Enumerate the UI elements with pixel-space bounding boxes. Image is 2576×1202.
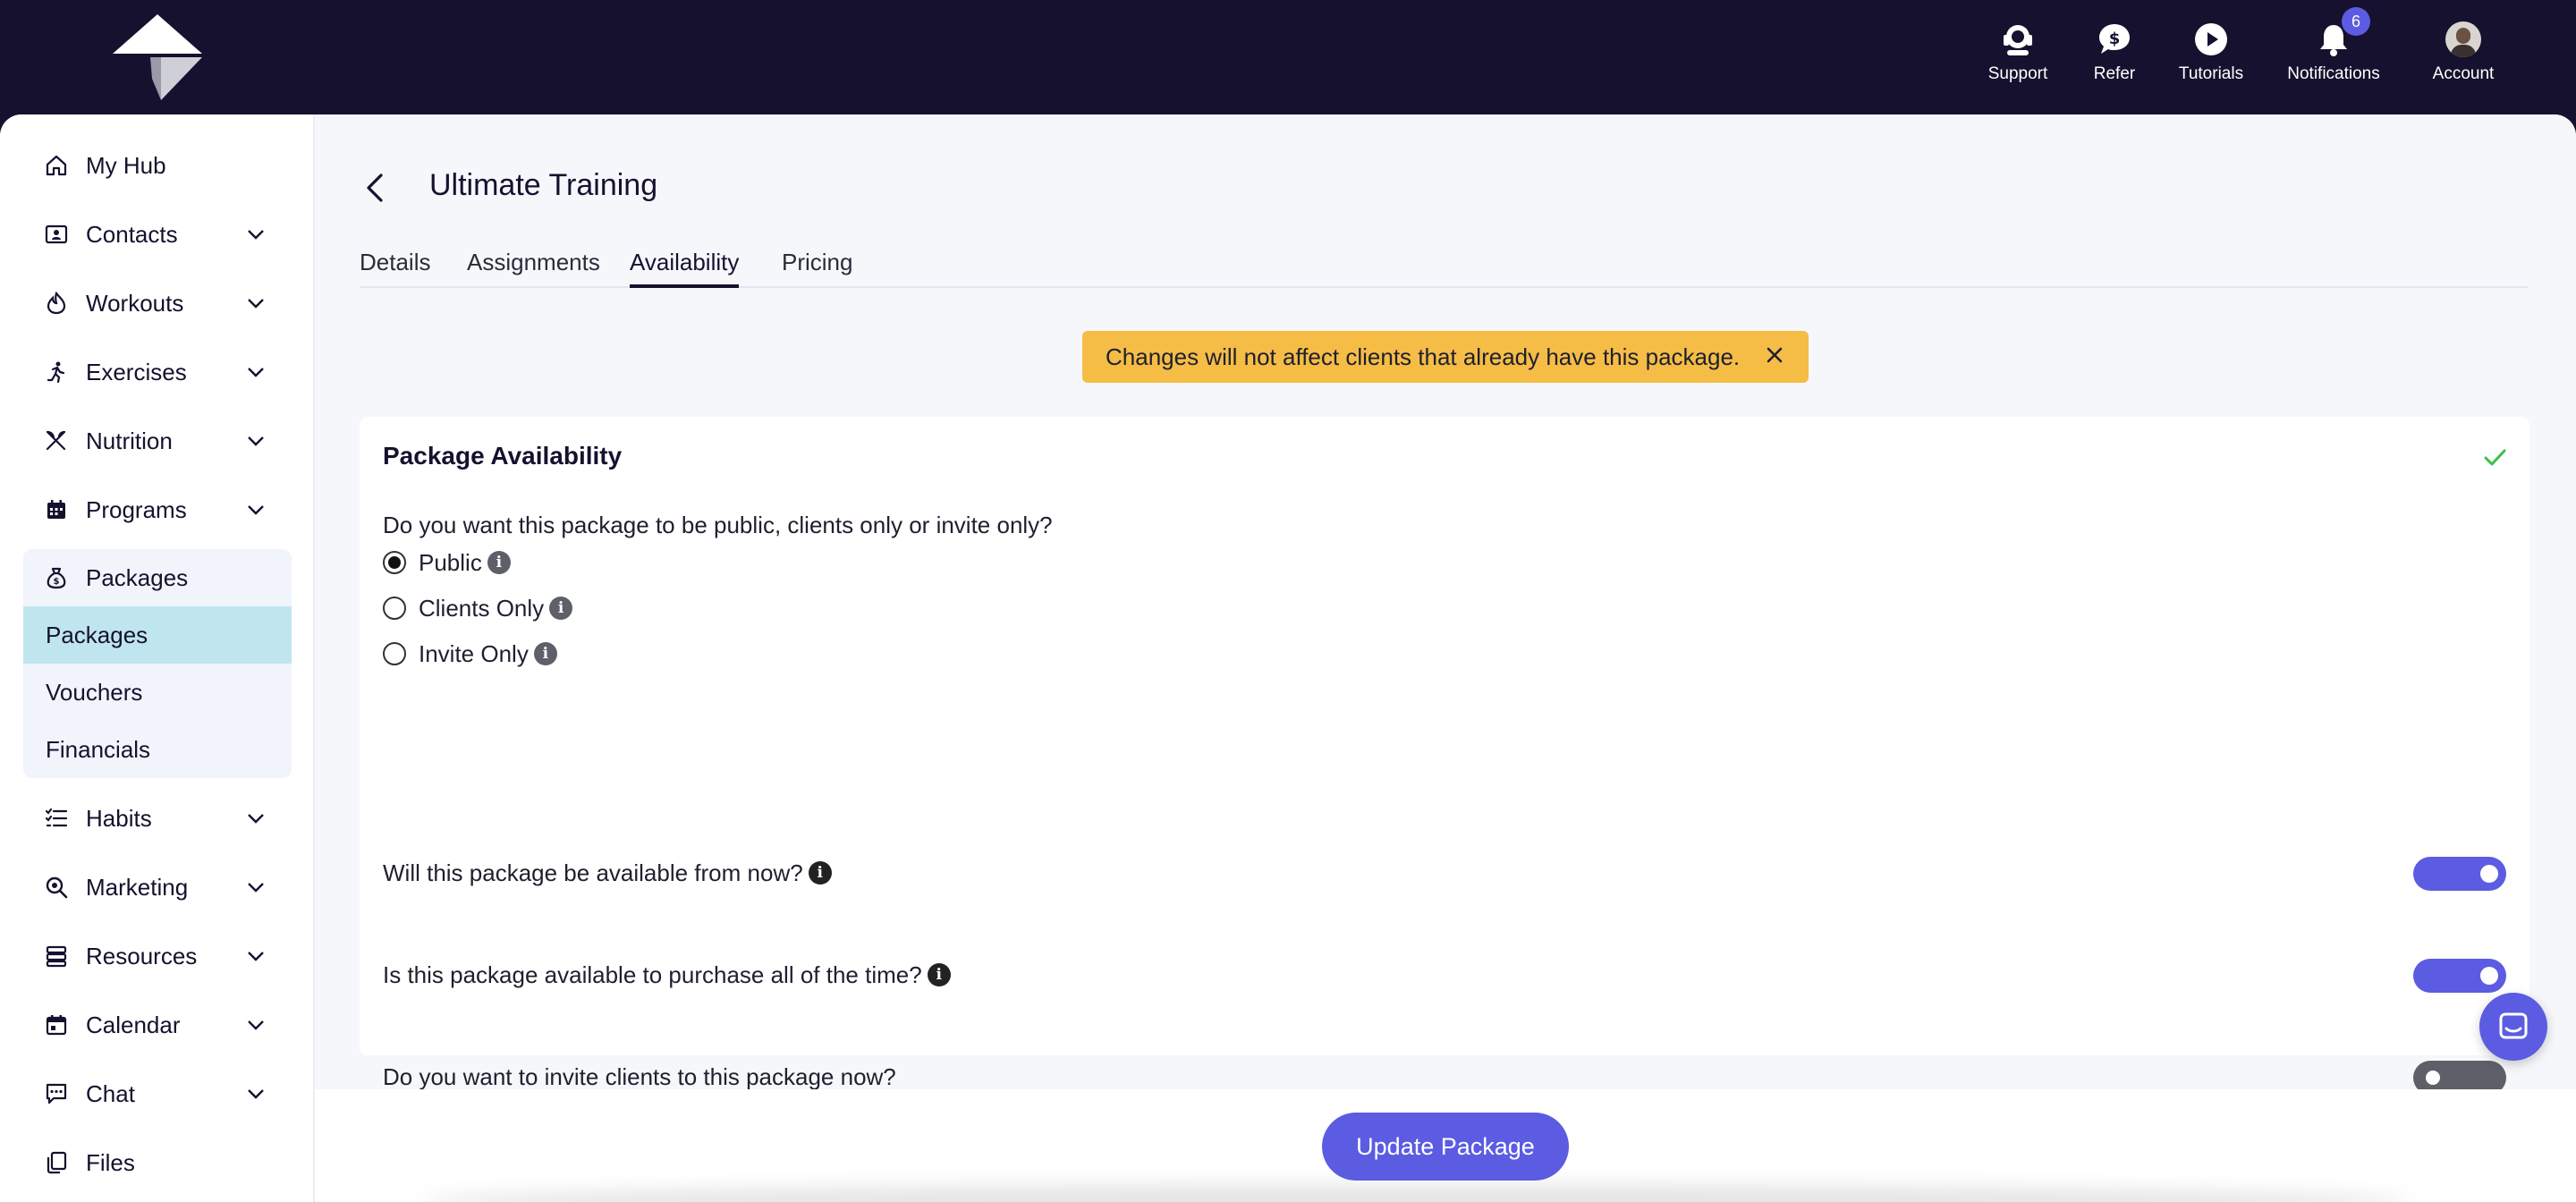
sidebar-item-marketing[interactable]: Marketing (43, 869, 267, 905)
chat-bubble-icon (2499, 1012, 2528, 1039)
tutorials-label: Tutorials (2178, 64, 2244, 83)
running-icon (43, 359, 70, 385)
headset-icon (1998, 20, 2038, 59)
toggle-row-available-now: Will this package be available from now?… (383, 855, 2506, 891)
footer-shadow (422, 1184, 2408, 1202)
radio-invite-only[interactable]: Invite Only i (383, 639, 557, 669)
chevron-down-icon[interactable] (245, 224, 267, 245)
tab-pricing[interactable]: Pricing (782, 249, 852, 288)
tab-details[interactable]: Details (360, 249, 430, 288)
top-bar: Support $ Refer Tutorials 6 Notification… (0, 0, 2576, 114)
account-label: Account (2432, 64, 2495, 83)
always-available-toggle[interactable] (2413, 959, 2506, 993)
workouts-icon (43, 290, 70, 317)
utensils-icon (43, 427, 70, 454)
sidebar-subitem-vouchers[interactable]: Vouchers (23, 664, 292, 721)
sidebar-item-resources[interactable]: Resources (43, 938, 267, 974)
chevron-down-icon[interactable] (245, 1083, 267, 1105)
calendar-icon (43, 1012, 70, 1038)
warning-banner-text: Changes will not affect clients that alr… (1106, 343, 1741, 370)
sidebar-item-packages[interactable]: $ Packages (43, 560, 267, 596)
notifications-label: Notifications (2287, 64, 2380, 83)
sidebar-item-programs[interactable]: Programs (43, 492, 267, 528)
package-availability-card: Package Availability Do you want this pa… (360, 417, 2529, 1095)
chevron-down-icon[interactable] (245, 876, 267, 898)
radio-button[interactable] (383, 642, 406, 665)
play-icon (2191, 20, 2231, 59)
content-area: Ultimate Training Details Assignments Av… (315, 114, 2576, 1095)
svg-text:$: $ (2109, 30, 2121, 48)
checkmark-icon (2484, 449, 2506, 466)
info-icon[interactable]: i (487, 551, 511, 574)
chevron-down-icon[interactable] (245, 1014, 267, 1036)
info-icon[interactable]: i (533, 642, 557, 665)
sidebar-subitem-packages[interactable]: Packages (23, 606, 292, 664)
sidebar: My Hub Contacts Workouts Exercises Nutri… (0, 114, 315, 1202)
radio-public[interactable]: Public i (383, 547, 511, 578)
sidebar-subitem-financials[interactable]: Financials (23, 721, 292, 778)
sidebar-item-workouts[interactable]: Workouts (43, 285, 267, 321)
calendar-grid-icon (43, 496, 70, 523)
footer-bar: Update Package (315, 1089, 2576, 1202)
tab-assignments[interactable]: Assignments (467, 249, 600, 288)
info-icon[interactable]: i (927, 963, 951, 986)
refer-button[interactable]: $ Refer (2064, 20, 2165, 84)
radio-button[interactable] (383, 597, 406, 620)
sidebar-item-calendar[interactable]: Calendar (43, 1007, 267, 1043)
main-shell: My Hub Contacts Workouts Exercises Nutri… (0, 114, 2576, 1202)
radio-button[interactable] (383, 551, 406, 574)
toggle-row-always-available: Is this package available to purchase al… (383, 957, 2506, 993)
home-icon (43, 152, 70, 179)
brand-logo-icon[interactable] (113, 14, 202, 100)
sidebar-item-habits[interactable]: Habits (43, 800, 267, 836)
chat-icon (43, 1080, 70, 1107)
sidebar-item-contacts[interactable]: Contacts (43, 216, 267, 252)
notifications-button[interactable]: 6 Notifications (2284, 7, 2383, 84)
chevron-down-icon[interactable] (245, 808, 267, 829)
chevron-down-icon[interactable] (245, 430, 267, 452)
avatar (2445, 21, 2481, 57)
tab-availability[interactable]: Availability (630, 249, 740, 288)
available-now-toggle[interactable] (2413, 857, 2506, 891)
chat-launcher-button[interactable] (2479, 993, 2547, 1061)
tab-bar: Details Assignments Availability Pricing (360, 240, 2528, 288)
sidebar-item-my-hub[interactable]: My Hub (43, 148, 267, 183)
sidebar-item-chat[interactable]: Chat (43, 1076, 267, 1112)
checklist-icon (43, 805, 70, 832)
dollar-chat-icon: $ (2095, 20, 2134, 59)
info-icon[interactable]: i (549, 597, 573, 620)
chevron-down-icon[interactable] (245, 361, 267, 383)
svg-text:$: $ (54, 577, 60, 587)
chevron-down-icon[interactable] (245, 499, 267, 521)
card-title: Package Availability (383, 442, 623, 470)
warning-banner: Changes will not affect clients that alr… (1082, 331, 1809, 383)
info-icon[interactable]: i (808, 861, 832, 885)
radio-clients-only[interactable]: Clients Only i (383, 593, 573, 623)
contacts-icon (43, 221, 70, 248)
search-icon (43, 874, 70, 901)
chevron-down-icon[interactable] (245, 292, 267, 314)
stack-icon (43, 943, 70, 969)
sidebar-item-exercises[interactable]: Exercises (43, 354, 267, 390)
sidebar-item-nutrition[interactable]: Nutrition (43, 423, 267, 459)
sidebar-item-files[interactable]: Files (43, 1145, 267, 1181)
files-icon (43, 1149, 70, 1176)
visibility-question: Do you want this package to be public, c… (383, 512, 1053, 538)
support-button[interactable]: Support (1968, 20, 2068, 84)
close-icon[interactable] (1764, 344, 1785, 366)
back-arrow-icon[interactable] (361, 170, 390, 206)
refer-label: Refer (2093, 64, 2136, 83)
account-button[interactable]: Account (2413, 20, 2513, 84)
chevron-down-icon[interactable] (245, 945, 267, 967)
tutorials-button[interactable]: Tutorials (2161, 20, 2261, 84)
update-package-button[interactable]: Update Package (1322, 1113, 1569, 1181)
page-title: Ultimate Training (429, 168, 658, 202)
notifications-count-badge: 6 (2342, 7, 2370, 36)
money-bag-icon: $ (43, 564, 70, 591)
support-label: Support (1987, 64, 2048, 83)
